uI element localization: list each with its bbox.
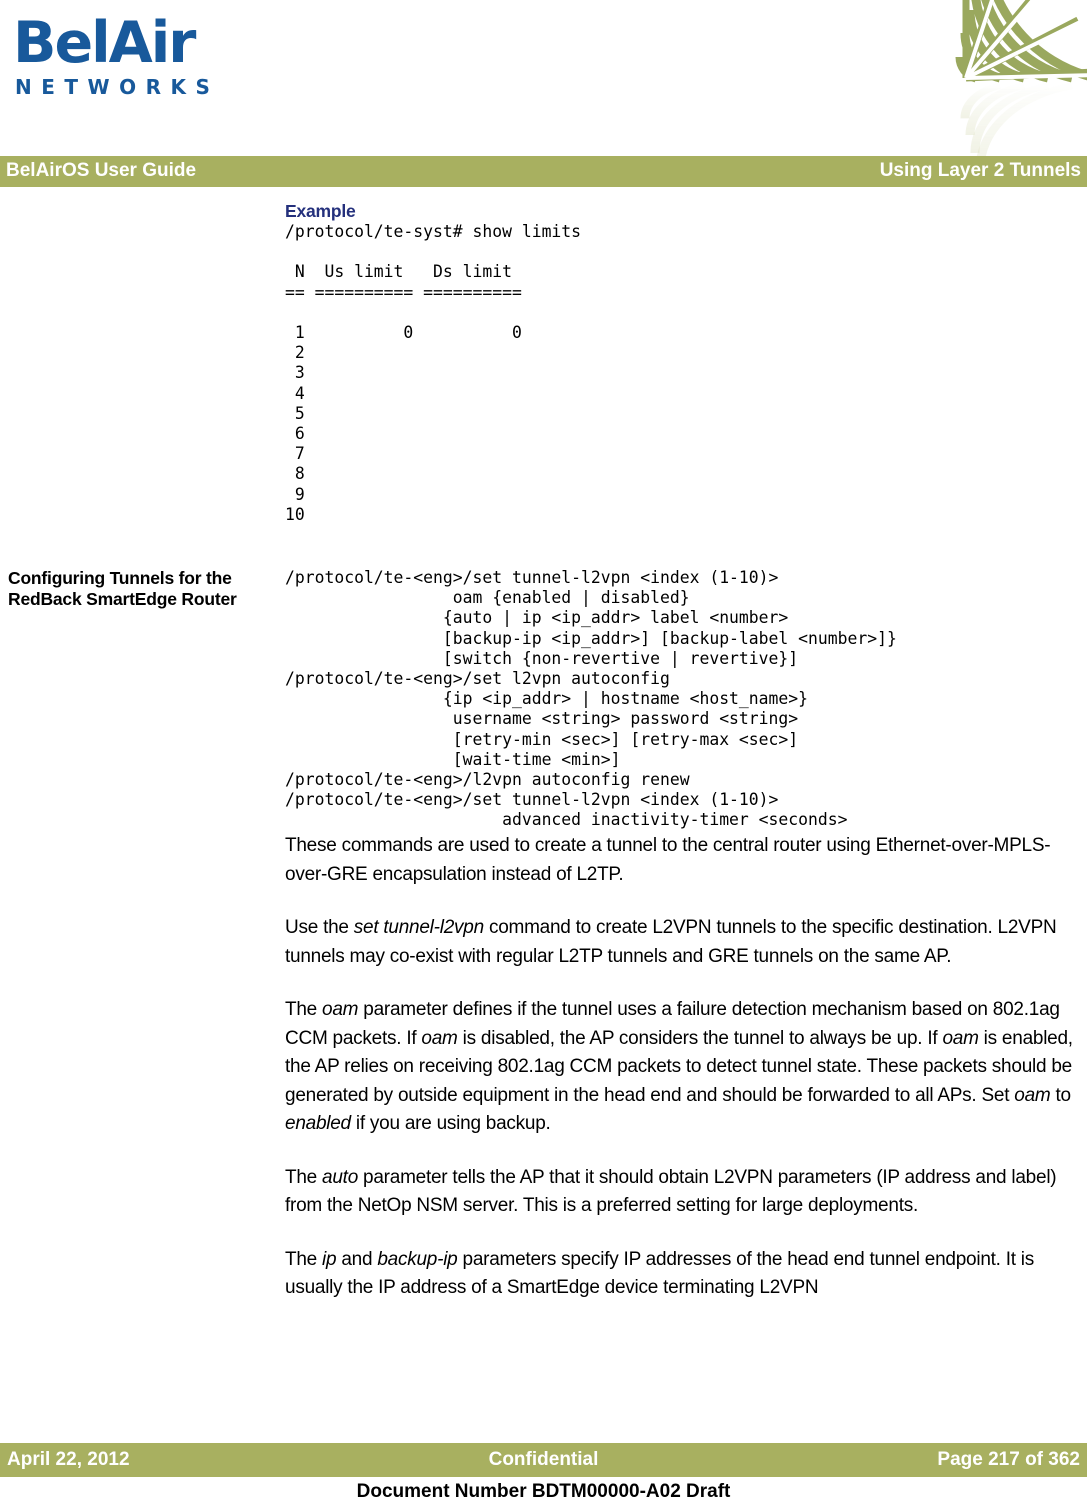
radial-web-fan-graphic-icon <box>955 0 1087 156</box>
masthead: BelAir NETWORKS <box>0 0 1087 156</box>
page-header-band: BelAirOS User Guide Using Layer 2 Tunnel… <box>0 156 1087 187</box>
logo-wordmark: BelAir <box>13 10 196 76</box>
paragraph: These commands are used to create a tunn… <box>285 835 1051 885</box>
emphasis-term: oam <box>421 1027 458 1049</box>
emphasis-term: oam <box>322 999 359 1020</box>
section-margin-heading: Configuring Tunnels for the RedBack Smar… <box>8 568 237 609</box>
emphasis-term: set tunnel-l2vpn <box>353 917 484 938</box>
footer-confidentiality: Confidential <box>488 1449 599 1470</box>
syntax-block: /protocol/te-<eng>/set tunnel-l2vpn <ind… <box>285 568 1080 831</box>
example-block: Example /protocol/te-syst# show limits N… <box>285 201 1080 525</box>
emphasis-term: enabled <box>285 1113 351 1134</box>
paragraph: The auto parameter tells the AP that it … <box>285 1166 1057 1217</box>
footer-document-number: Document Number BDTM00000-A02 Draft <box>356 1481 731 1502</box>
page-footer-band: April 22, 2012 Confidential Page 217 of … <box>0 1443 1087 1477</box>
header-document-title: BelAirOS User Guide <box>6 160 197 181</box>
emphasis-term: oam <box>942 1027 979 1049</box>
paragraph: Use the set tunnel-l2vpn command to crea… <box>285 917 1057 967</box>
example-heading: Example <box>285 201 356 221</box>
emphasis-term: auto <box>322 1166 359 1188</box>
paragraph: The oam parameter defines if the tunnel … <box>285 999 1073 1134</box>
paragraph: The ip and backup-ip parameters specify … <box>285 1248 1035 1299</box>
emphasis-term: backup-ip <box>377 1248 458 1270</box>
footer-page-number: Page 217 of 362 <box>937 1449 1080 1470</box>
body-text: These commands are used to create a tunn… <box>285 832 1080 1303</box>
belair-networks-logo: BelAir NETWORKS <box>13 14 223 109</box>
command-syntax-listing: /protocol/te-<eng>/set tunnel-l2vpn <ind… <box>285 568 897 830</box>
emphasis-term: ip <box>322 1248 337 1270</box>
example-code-listing: /protocol/te-syst# show limits N Us limi… <box>285 222 582 524</box>
header-chapter-title: Using Layer 2 Tunnels <box>879 160 1081 181</box>
emphasis-term: oam <box>1014 1084 1051 1106</box>
logo-subwordmark: NETWORKS <box>15 75 220 99</box>
